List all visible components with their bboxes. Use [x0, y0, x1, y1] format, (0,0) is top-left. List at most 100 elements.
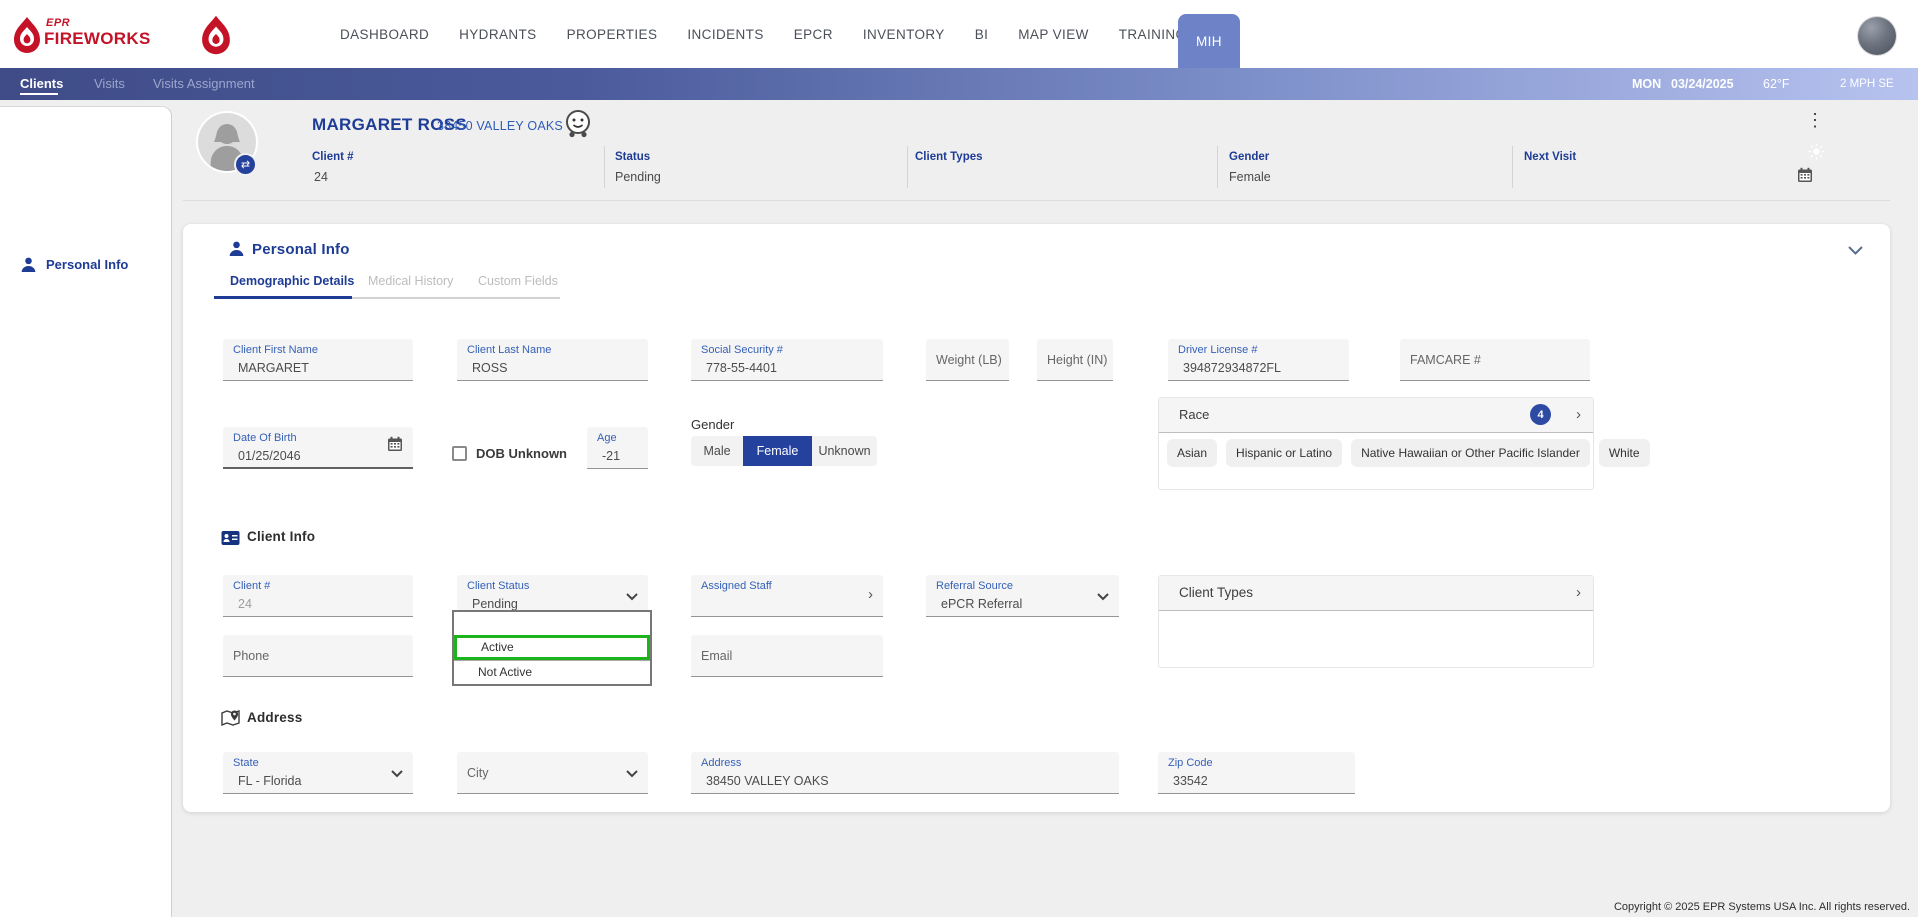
dob-unknown-checkbox[interactable]	[452, 446, 467, 461]
waze-icon[interactable]	[563, 108, 593, 139]
status-value: Pending	[615, 170, 661, 184]
field-label: Address	[701, 757, 741, 769]
phone-field[interactable]: Phone	[223, 635, 413, 677]
date-of-birth-field[interactable]: Date Of Birth 01/25/2046	[223, 427, 413, 469]
address-field[interactable]: Address 38450 VALLEY OAKS	[691, 752, 1119, 794]
chevron-down-icon	[1097, 593, 1109, 601]
race-count-badge: 4	[1530, 404, 1551, 425]
tab-medical-history[interactable]: Medical History	[368, 274, 453, 288]
tab-strip-underline	[352, 297, 560, 299]
nav-dashboard[interactable]: DASHBOARD	[340, 27, 429, 42]
gender-option-male[interactable]: Male	[691, 436, 743, 466]
field-label: Date Of Birth	[233, 432, 297, 444]
city-select[interactable]: City	[457, 752, 648, 794]
header-rule	[183, 200, 1890, 201]
height-field[interactable]: Height (IN)	[1037, 339, 1113, 381]
nav-epcr[interactable]: EPCR	[794, 27, 833, 42]
client-types-panel: Client Types ›	[1158, 575, 1594, 668]
state-select[interactable]: State FL - Florida	[223, 752, 413, 794]
client-status-dropdown: Active Not Active	[452, 610, 652, 686]
client-first-name-field[interactable]: Client First Name MARGARET	[223, 339, 413, 381]
sun-icon	[1808, 143, 1825, 160]
nav-incidents[interactable]: INCIDENTS	[687, 27, 763, 42]
brand-fireworks-text: FIREWORKS	[44, 29, 151, 49]
client-address-link[interactable]: 38450 VALLEY OAKS	[437, 119, 563, 133]
left-sidebar: Personal Info	[0, 106, 172, 917]
subnav-clients[interactable]: Clients	[20, 76, 63, 91]
field-value: 778-55-4401	[706, 361, 777, 375]
personal-info-card	[183, 224, 1890, 812]
id-card-icon	[221, 530, 240, 546]
field-label: FAMCARE #	[1410, 353, 1481, 367]
nav-training[interactable]: TRAINING	[1119, 27, 1187, 42]
next-visit-calendar-icon[interactable]	[1797, 167, 1813, 183]
email-field[interactable]: Email	[691, 635, 883, 677]
header-kebab-menu-icon[interactable]: ⋮	[1806, 110, 1824, 131]
race-panel-header[interactable]: Race 4 ›	[1159, 398, 1593, 433]
subnav-visits-assignment[interactable]: Visits Assignment	[153, 76, 255, 91]
field-value: MARGARET	[238, 361, 309, 375]
active-tab-underline	[214, 296, 352, 299]
copyright-footer: Copyright © 2025 EPR Systems USA Inc. Al…	[1614, 901, 1910, 913]
nav-mih-active-tab[interactable]: MIH	[1178, 14, 1240, 68]
chevron-down-icon	[391, 770, 403, 778]
tab-demographic-details[interactable]: Demographic Details	[230, 274, 354, 288]
personal-info-title: Personal Info	[252, 241, 350, 258]
nav-bi[interactable]: BI	[975, 27, 989, 42]
address-title: Address	[247, 710, 302, 725]
race-chip[interactable]: Hispanic or Latino	[1226, 439, 1342, 467]
age-field[interactable]: Age -21	[587, 427, 648, 469]
field-label: Driver License #	[1178, 344, 1257, 356]
chevron-right-icon: ›	[868, 586, 873, 603]
famcare-field[interactable]: FAMCARE #	[1400, 339, 1590, 381]
gender-option-female[interactable]: Female	[743, 436, 812, 466]
field-value: ROSS	[472, 361, 507, 375]
client-info-title: Client Info	[247, 529, 315, 544]
social-security-field[interactable]: Social Security # 778-55-4401	[691, 339, 883, 381]
swap-avatar-badge-icon[interactable]: ⇄	[234, 153, 257, 176]
status-option-blank[interactable]	[454, 612, 650, 635]
subnav-visits[interactable]: Visits	[94, 76, 125, 91]
client-types-panel-header[interactable]: Client Types ›	[1159, 576, 1593, 611]
tab-custom-fields[interactable]: Custom Fields	[478, 274, 558, 288]
status-label: Status	[615, 151, 650, 163]
chevron-right-icon[interactable]: ›	[1576, 406, 1581, 423]
race-chip[interactable]: White	[1599, 439, 1650, 467]
assigned-staff-field[interactable]: Assigned Staff ›	[691, 575, 883, 617]
race-chip[interactable]: Asian	[1167, 439, 1217, 467]
person-icon	[228, 240, 245, 257]
gender-value: Female	[1229, 170, 1271, 184]
field-label: Weight (LB)	[936, 353, 1002, 367]
field-label: Age	[597, 432, 617, 444]
nav-hydrants[interactable]: HYDRANTS	[459, 27, 536, 42]
nav-map-view[interactable]: MAP VIEW	[1018, 27, 1088, 42]
status-option-active[interactable]: Active	[454, 635, 650, 660]
gender-option-unknown[interactable]: Unknown	[812, 436, 877, 466]
client-number-field: Client # 24	[223, 575, 413, 617]
driver-license-field[interactable]: Driver License # 394872934872FL	[1168, 339, 1349, 381]
header-divider	[1217, 146, 1218, 188]
nav-properties[interactable]: PROPERTIES	[567, 27, 658, 42]
client-last-name-field[interactable]: Client Last Name ROSS	[457, 339, 648, 381]
weight-field[interactable]: Weight (LB)	[926, 339, 1009, 381]
fireworks-flame-logo-icon-secondary	[200, 15, 232, 55]
field-label: Referral Source	[936, 580, 1013, 592]
nav-inventory[interactable]: INVENTORY	[863, 27, 945, 42]
chevron-right-icon[interactable]: ›	[1576, 584, 1581, 601]
user-avatar[interactable]	[1858, 17, 1896, 55]
next-visit-label: Next Visit	[1524, 151, 1576, 163]
status-option-not-active[interactable]: Not Active	[454, 660, 650, 684]
zip-code-field[interactable]: Zip Code 33542	[1158, 752, 1355, 794]
field-value: 01/25/2046	[238, 449, 301, 463]
dob-calendar-icon[interactable]	[387, 436, 403, 452]
field-value: ePCR Referral	[941, 597, 1022, 611]
field-label: Client Status	[467, 580, 529, 592]
referral-source-select[interactable]: Referral Source ePCR Referral	[926, 575, 1119, 617]
field-label: Email	[701, 649, 732, 663]
sidebar-item-personal-info[interactable]: Personal Info	[0, 249, 171, 283]
brand-epr-text: EPR	[46, 17, 70, 29]
race-chip[interactable]: Native Hawaiian or Other Pacific Islande…	[1351, 439, 1590, 467]
collapse-chevron-icon[interactable]	[1848, 246, 1863, 255]
field-value: 33542	[1173, 774, 1208, 788]
field-label: Client #	[233, 580, 270, 592]
